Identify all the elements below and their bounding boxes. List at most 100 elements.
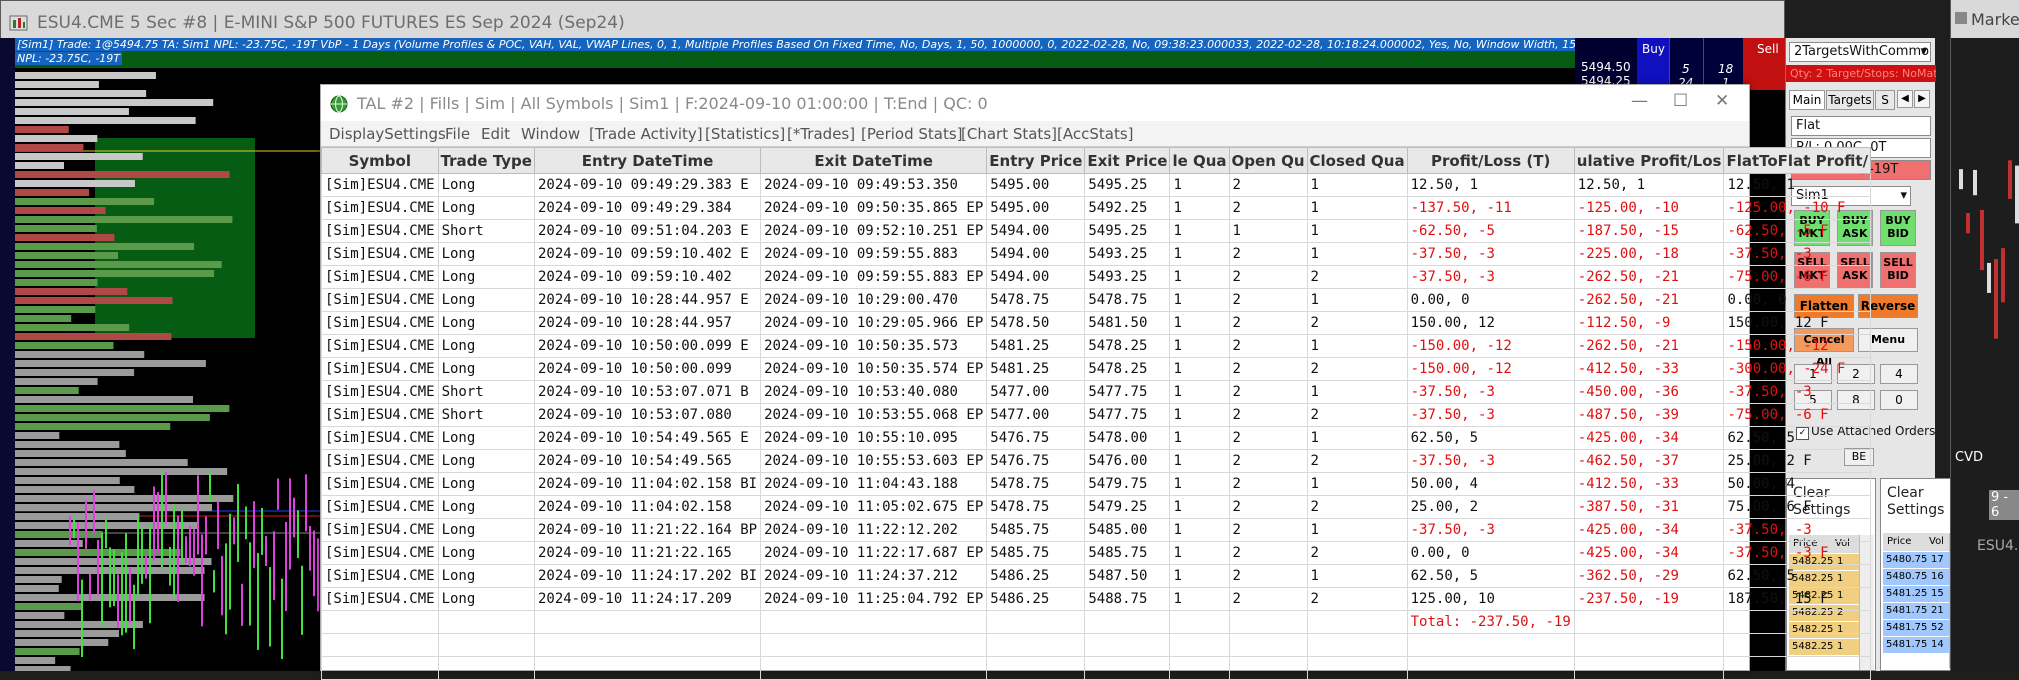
table-row[interactable]: [Sim]ESU4.CME Long 2024-09-10 11:24:17.202… (321, 564, 1872, 588)
menu-chart-stats[interactable]: [Chart Stats] (961, 125, 1057, 143)
tab-targets[interactable]: Targets (1826, 90, 1874, 110)
menu-period-stats[interactable]: [Period Stats] (861, 125, 963, 143)
cell-profit-loss: 150.00, 12 (1406, 311, 1575, 335)
col-header-flat-to-flat[interactable]: FlatToFlat Profit/ (1723, 147, 1872, 174)
buy-bid-button[interactable]: BUY BID (1880, 210, 1916, 246)
cell-trade-type: Long (437, 196, 535, 220)
cell-quantity: 1 (1169, 334, 1230, 358)
dom-row[interactable]: 5480.75 17 (1883, 552, 1949, 569)
col-header-entry-price[interactable]: Entry Price (986, 147, 1086, 174)
col-header-profit-loss[interactable]: Profit/Loss (T) (1406, 147, 1575, 174)
table-row[interactable]: [Sim]ESU4.CME Long 2024-09-10 11:04:02.158… (321, 495, 1872, 519)
col-header-trade-type[interactable]: Trade Type (437, 147, 535, 174)
col-header-closed-quantity[interactable]: Closed Qua (1306, 147, 1408, 174)
menu-acc-stats[interactable]: [AccStats] (1057, 125, 1134, 143)
close-icon[interactable]: ✕ (1715, 91, 1729, 111)
col-header-open-quantity[interactable]: Open Qu (1228, 147, 1308, 174)
table-row[interactable]: [Sim]ESU4.CME Long 2024-09-10 09:49:29.384… (321, 196, 1872, 220)
cell-entry-price: 5481.25 (986, 334, 1086, 358)
table-row[interactable]: [Sim]ESU4.CME Long 2024-09-10 11:21:22.165… (321, 541, 1872, 565)
profile-bar (15, 378, 98, 385)
dom-ask-col: 18 1 (1703, 38, 1743, 90)
table-cell-empty (437, 656, 535, 680)
dom-row[interactable]: 5481.75 14 (1883, 637, 1949, 654)
menu-file[interactable]: File (445, 125, 470, 143)
table-row[interactable]: [Sim]ESU4.CME Long 2024-09-10 10:28:44.957… (321, 311, 1872, 335)
col-header-symbol[interactable]: Symbol (321, 147, 439, 174)
cell-open-quantity: 2 (1228, 564, 1308, 588)
cell-quantity: 1 (1169, 173, 1230, 197)
chart-green-region (95, 138, 255, 338)
table-row[interactable]: [Sim]ESU4.CME Long 2024-09-10 09:49:29.383… (321, 173, 1872, 197)
strategy-select[interactable]: 2TargetsWithCommon ▾ (1789, 42, 1931, 62)
menu-statistics[interactable]: [Statistics] (705, 125, 785, 143)
table-row[interactable]: [Sim]ESU4.CME Long 2024-09-10 09:59:10.402… (321, 265, 1872, 289)
col-header-exit-price[interactable]: Exit Price (1084, 147, 1171, 174)
table-cell-empty (760, 610, 988, 634)
cell-symbol: [Sim]ESU4.CME (321, 219, 439, 243)
profile-bar (15, 405, 230, 412)
cell-open-quantity: 2 (1228, 587, 1308, 611)
tab-s[interactable]: S (1875, 90, 1895, 110)
tab-scroll-right-icon[interactable]: ▶ (1914, 90, 1930, 108)
dom-row[interactable]: 5481.75 21 (1883, 603, 1949, 620)
profile-bar (15, 459, 188, 466)
table-cell-empty (1169, 656, 1230, 680)
table-cell-empty (1306, 656, 1408, 680)
table-row[interactable]: [Sim]ESU4.CME Short 2024-09-10 10:53:07.08… (321, 403, 1872, 427)
col-header-quantity[interactable]: le Qua (1169, 147, 1230, 174)
cell-profit-loss: -150.00, -12 (1406, 334, 1575, 358)
price-bar (2001, 248, 2005, 303)
cell-trade-type: Long (437, 288, 535, 312)
table-row[interactable]: [Sim]ESU4.CME Long 2024-09-10 11:21:22.164… (321, 518, 1872, 542)
table-row[interactable]: [Sim]ESU4.CME Long 2024-09-10 10:28:44.957… (321, 288, 1872, 312)
profile-bar (15, 90, 147, 97)
sell-bid-button[interactable]: SELL BID (1880, 252, 1916, 288)
cell-symbol: [Sim]ESU4.CME (321, 380, 439, 404)
menu-display-settings[interactable]: DisplaySettings (329, 125, 446, 143)
table-row[interactable]: [Sim]ESU4.CME Short 2024-09-10 10:53:07.07… (321, 380, 1872, 404)
cell-exit-datetime: 2024-09-10 10:29:05.966 EP (760, 311, 988, 335)
tab-main[interactable]: Main (1789, 90, 1825, 110)
cell-trade-type: Long (437, 449, 535, 473)
table-row[interactable]: [Sim]ESU4.CME Short 2024-09-10 09:51:04.20… (321, 219, 1872, 243)
table-row[interactable]: [Sim]ESU4.CME Long 2024-09-10 10:50:00.099… (321, 357, 1872, 381)
clear-settings-button-right[interactable]: Clear Settings (1887, 485, 1957, 519)
cell-quantity: 1 (1169, 219, 1230, 243)
table-row[interactable]: [Sim]ESU4.CME Long 2024-09-10 09:59:10.402… (321, 242, 1872, 266)
minimize-icon[interactable]: — (1631, 91, 1648, 111)
qty-button-0[interactable]: 0 (1880, 390, 1918, 410)
cell-exit-price: 5495.25 (1084, 173, 1171, 197)
table-row[interactable]: [Sim]ESU4.CME Long 2024-09-10 11:24:17.209… (321, 587, 1872, 611)
menu-edit[interactable]: Edit (481, 125, 510, 143)
table-row[interactable]: [Sim]ESU4.CME Long 2024-09-10 10:54:49.565… (321, 426, 1872, 450)
second-chart-titlebar[interactable]: Marke (1951, 0, 2019, 38)
dom-row[interactable]: 5481.75 52 (1883, 620, 1949, 637)
table-row[interactable]: [Sim]ESU4.CME Long 2024-09-10 10:50:00.099… (321, 334, 1872, 358)
fills-titlebar[interactable]: TAL #2 | Fills | Sim | All Symbols | Sim… (321, 85, 1749, 121)
tab-scroll-left-icon[interactable]: ◀ (1897, 90, 1913, 108)
col-header-entry-datetime[interactable]: Entry DateTime (533, 147, 762, 174)
dom-row[interactable]: 5481.25 15 (1883, 586, 1949, 603)
menu-trade-activity[interactable]: [Trade Activity] (589, 125, 703, 143)
dom-row[interactable]: 5480.75 16 (1883, 569, 1949, 586)
table-row[interactable]: [Sim]ESU4.CME Long 2024-09-10 10:54:49.565… (321, 449, 1872, 473)
col-header-exit-datetime[interactable]: Exit DateTime (760, 147, 988, 174)
col-header-cumulative-profit[interactable]: ulative Profit/Los (1573, 147, 1725, 174)
table-cell-empty (1306, 633, 1408, 657)
menu-trades[interactable]: [*Trades] (787, 125, 855, 143)
cell-profit-loss: -62.50, -5 (1406, 219, 1575, 243)
dom-sell-col[interactable]: Sell (1743, 38, 1785, 90)
qty-button-4[interactable]: 4 (1880, 364, 1918, 384)
cell-closed-quantity: 2 (1306, 265, 1408, 289)
cell-quantity: 1 (1169, 587, 1230, 611)
cell-closed-quantity: 1 (1306, 196, 1408, 220)
maximize-icon[interactable]: ☐ (1673, 91, 1688, 111)
menu-window[interactable]: Window (521, 125, 580, 143)
dom-ladder[interactable]: 5494.50 5494.25 Buy 5 24 18 1 Sell (1575, 38, 1785, 90)
cell-flat-to-flat: 0.00, 0 (1723, 288, 1872, 312)
profile-bar (15, 396, 193, 403)
table-row[interactable]: [Sim]ESU4.CME Long 2024-09-10 11:04:02.158… (321, 472, 1872, 496)
dom-buy-col[interactable]: Buy (1637, 38, 1669, 90)
table-cell-empty (321, 656, 439, 680)
